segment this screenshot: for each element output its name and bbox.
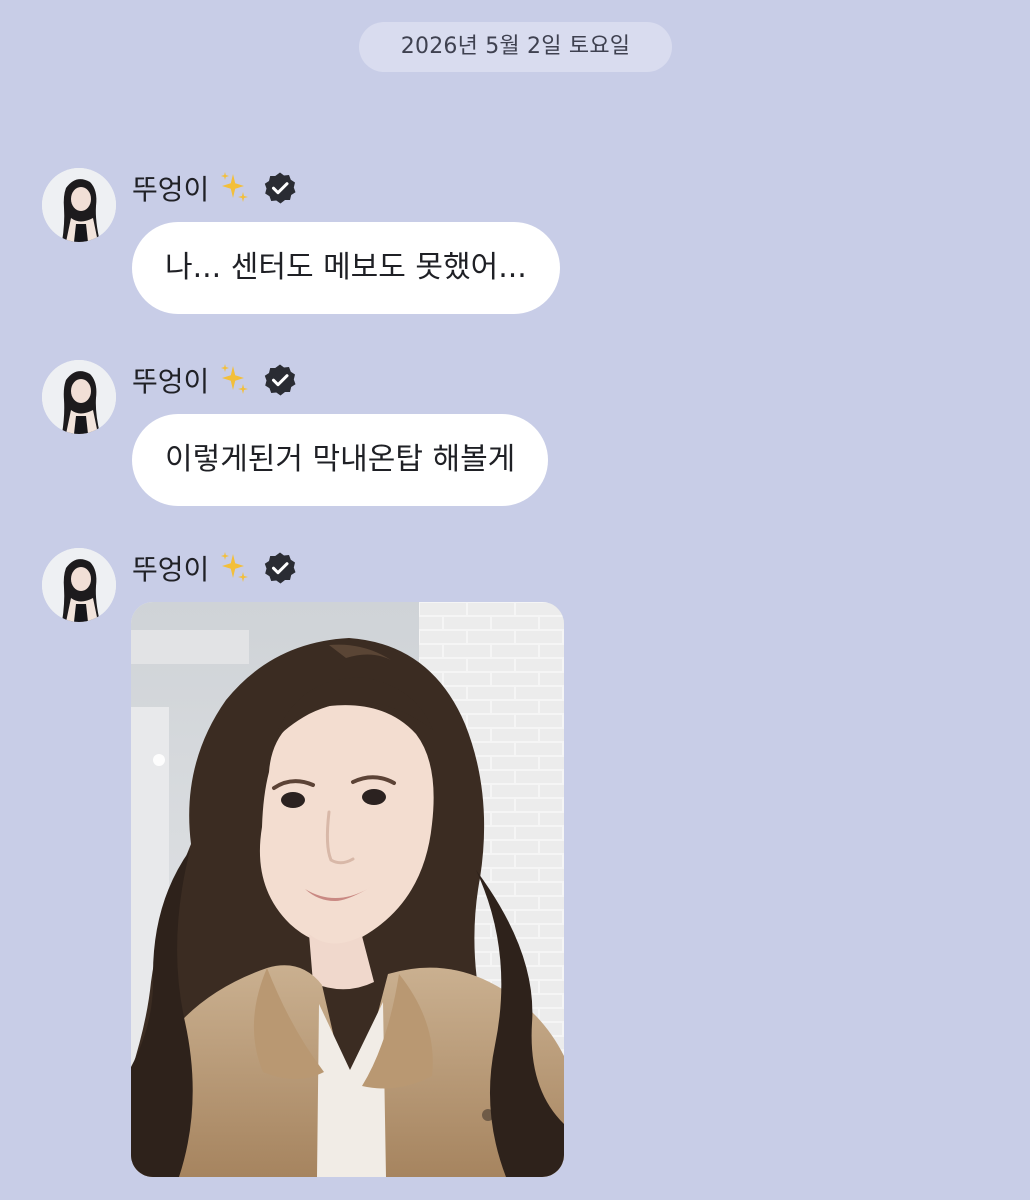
sender-label: 뚜엉이 bbox=[132, 365, 210, 398]
sender-label: 뚜엉이 bbox=[132, 553, 210, 586]
date-divider: 2026년 5월 2일 토요일 bbox=[359, 22, 672, 72]
sender-name[interactable]: 뚜엉이 bbox=[132, 168, 297, 208]
sender-name[interactable]: 뚜엉이 bbox=[132, 360, 297, 400]
sender-name[interactable]: 뚜엉이 bbox=[132, 548, 297, 588]
message-bubble[interactable]: 나... 센터도 메보도 못했어... bbox=[132, 222, 560, 314]
verified-badge-icon bbox=[263, 551, 297, 585]
message-bubble[interactable]: 이렇게된거 막내온탑 해볼게 bbox=[132, 414, 549, 506]
message-photo[interactable] bbox=[131, 602, 564, 1177]
verified-badge-icon bbox=[263, 363, 297, 397]
sparkles-icon bbox=[217, 551, 251, 585]
avatar[interactable] bbox=[42, 168, 116, 242]
message-group: 뚜엉이 이렇게된거 막내온탑 해볼게 bbox=[0, 360, 1030, 510]
sender-label: 뚜엉이 bbox=[132, 173, 210, 206]
avatar[interactable] bbox=[42, 360, 116, 434]
sparkles-icon bbox=[217, 171, 251, 205]
sparkles-icon bbox=[217, 363, 251, 397]
message-group: 뚜엉이 나... 센터도 메보도 못했어... bbox=[0, 168, 1030, 318]
avatar[interactable] bbox=[42, 548, 116, 622]
verified-badge-icon bbox=[263, 171, 297, 205]
